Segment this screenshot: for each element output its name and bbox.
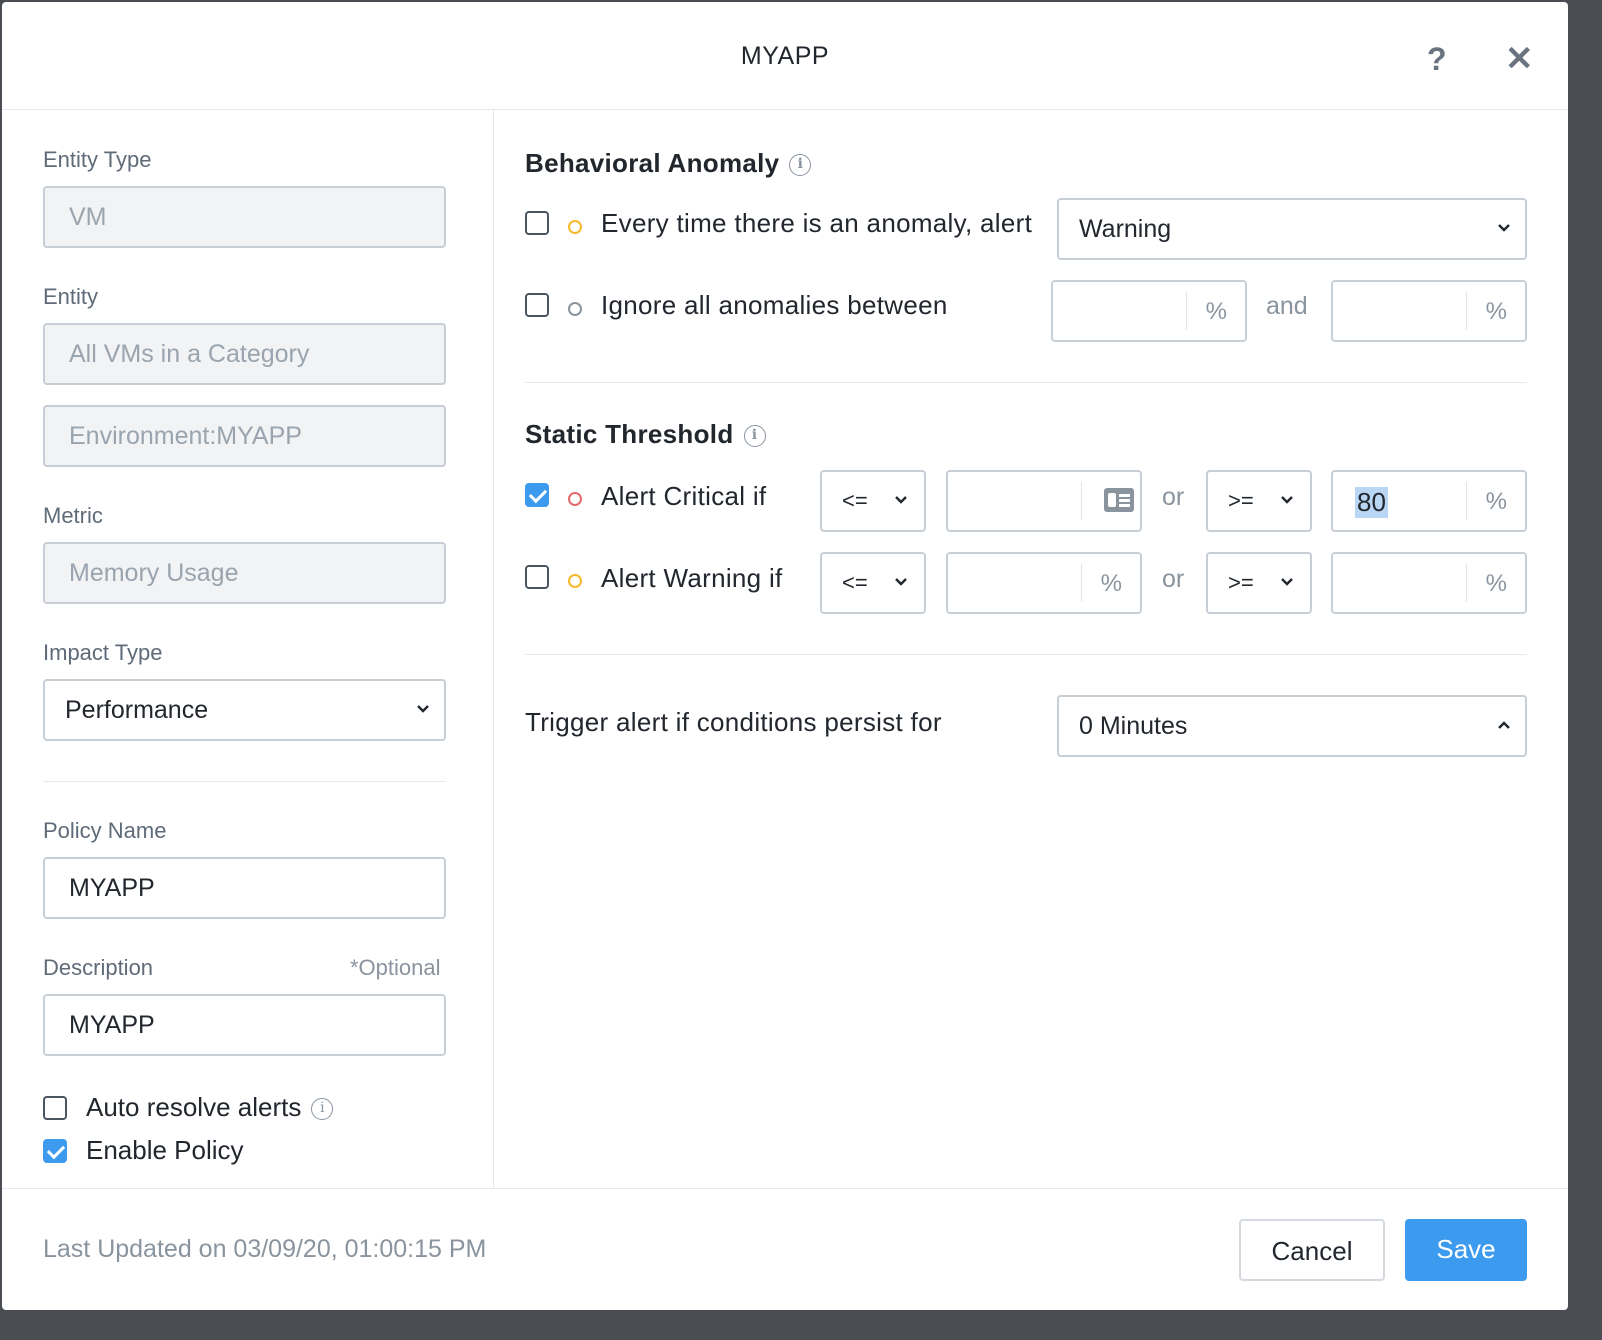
question-mark-icon[interactable]: ? xyxy=(1427,40,1447,78)
every-time-label: Every time there is an anomaly, alert xyxy=(601,208,1033,238)
critical-upper-input[interactable]: 80 % xyxy=(1331,470,1527,532)
section-divider xyxy=(525,654,1527,655)
description-label: Description xyxy=(43,955,154,980)
close-icon[interactable]: ✕ xyxy=(1505,40,1534,78)
percent-unit: % xyxy=(1485,298,1507,325)
behavioral-anomaly-text: Behavioral Anomaly xyxy=(525,148,780,178)
auto-resolve-checkbox[interactable] xyxy=(43,1096,67,1120)
operator-value: >= xyxy=(1228,570,1254,595)
critical-upper-value: 80 xyxy=(1355,487,1388,518)
percent-unit: % xyxy=(1205,298,1227,325)
trigger-duration-select[interactable]: 0 Minutes xyxy=(1057,695,1527,757)
info-icon[interactable]: i xyxy=(743,425,766,448)
input-separator xyxy=(1466,482,1467,520)
ignore-anomalies-label: Ignore all anomalies between xyxy=(601,290,948,320)
entity-type-label: Entity Type xyxy=(43,147,152,172)
policy-name-input[interactable]: MYAPP xyxy=(43,857,446,919)
chevron-down-icon xyxy=(1497,200,1511,258)
right-panel: Behavioral Anomaly i Every time there is … xyxy=(494,110,1568,1188)
auto-resolve-text: Auto resolve alerts xyxy=(86,1092,302,1122)
description-optional: *Optional xyxy=(350,955,441,980)
warning-upper-input[interactable]: % xyxy=(1331,552,1527,614)
last-updated-text: Last Updated on 03/09/20, 01:00:15 PM xyxy=(43,1235,487,1263)
behavioral-anomaly-title: Behavioral Anomaly i xyxy=(525,148,812,179)
alert-policy-modal: MYAPP ? ✕ Entity Type VM Entity All VMs … xyxy=(2,2,1568,1310)
trigger-duration-value: 0 Minutes xyxy=(1079,712,1188,740)
entity-label: Entity xyxy=(43,284,99,309)
impact-type-select[interactable]: Performance xyxy=(43,679,446,741)
alert-critical-checkbox[interactable] xyxy=(525,483,549,507)
or-label: or xyxy=(1162,483,1185,511)
or-label: or xyxy=(1162,565,1185,593)
warning-upper-operator-select[interactable]: >= xyxy=(1206,552,1312,614)
operator-value: <= xyxy=(842,570,868,595)
operator-value: <= xyxy=(842,488,868,513)
autofill-card-icon[interactable] xyxy=(1104,488,1134,512)
chevron-down-icon xyxy=(894,472,908,530)
input-separator xyxy=(1466,292,1467,330)
warning-status-dot xyxy=(568,220,582,234)
static-threshold-title: Static Threshold i xyxy=(525,419,766,450)
operator-value: >= xyxy=(1228,488,1254,513)
modal-title: MYAPP xyxy=(740,42,830,70)
trigger-label: Trigger alert if conditions persist for xyxy=(525,707,942,737)
enable-policy-checkbox[interactable] xyxy=(43,1139,67,1163)
critical-status-dot xyxy=(568,492,582,506)
left-divider xyxy=(43,781,446,782)
info-icon[interactable]: i xyxy=(789,154,812,177)
ignore-upper-input[interactable]: % xyxy=(1331,280,1527,342)
chevron-down-icon xyxy=(1280,554,1294,612)
info-icon[interactable]: i xyxy=(311,1098,334,1121)
chevron-up-icon xyxy=(1497,697,1511,755)
critical-upper-operator-select[interactable]: >= xyxy=(1206,470,1312,532)
every-time-severity-select[interactable]: Warning xyxy=(1057,198,1527,260)
status-dot xyxy=(568,302,582,316)
entity-type-field: VM xyxy=(43,186,446,248)
modal-footer: Last Updated on 03/09/20, 01:00:15 PM Ca… xyxy=(2,1188,1568,1310)
static-threshold-text: Static Threshold xyxy=(525,419,734,449)
percent-unit: % xyxy=(1485,488,1507,515)
percent-unit: % xyxy=(1485,570,1507,597)
impact-type-value: Performance xyxy=(65,696,209,724)
left-panel: Entity Type VM Entity All VMs in a Categ… xyxy=(2,110,494,1188)
policy-name-label: Policy Name xyxy=(43,818,167,843)
save-button[interactable]: Save xyxy=(1405,1219,1527,1281)
metric-label: Metric xyxy=(43,503,103,528)
and-label: and xyxy=(1266,292,1308,320)
chevron-down-icon xyxy=(416,681,430,739)
critical-lower-operator-select[interactable]: <= xyxy=(820,470,926,532)
cancel-button[interactable]: Cancel xyxy=(1239,1219,1385,1281)
input-separator xyxy=(1466,564,1467,602)
ignore-lower-input[interactable]: % xyxy=(1051,280,1247,342)
warning-status-dot xyxy=(568,574,582,588)
input-separator xyxy=(1186,292,1187,330)
alert-warning-label: Alert Warning if xyxy=(601,563,783,593)
impact-type-label: Impact Type xyxy=(43,640,163,665)
entity-field: All VMs in a Category xyxy=(43,323,446,385)
input-separator xyxy=(1081,564,1082,602)
section-divider xyxy=(525,382,1527,383)
metric-field: Memory Usage xyxy=(43,542,446,604)
auto-resolve-label: Auto resolve alerts i xyxy=(86,1092,334,1123)
chevron-down-icon xyxy=(1280,472,1294,530)
critical-lower-input[interactable] xyxy=(946,470,1142,532)
chevron-down-icon xyxy=(894,554,908,612)
enable-policy-label: Enable Policy xyxy=(86,1135,244,1165)
percent-unit: % xyxy=(1100,570,1122,597)
ignore-anomalies-checkbox[interactable] xyxy=(525,293,549,317)
every-time-severity-value: Warning xyxy=(1079,215,1172,243)
description-input[interactable]: MYAPP xyxy=(43,994,446,1056)
modal-header: MYAPP ? ✕ xyxy=(2,2,1568,110)
alert-warning-checkbox[interactable] xyxy=(525,565,549,589)
every-time-checkbox[interactable] xyxy=(525,211,549,235)
alert-critical-label: Alert Critical if xyxy=(601,481,767,511)
warning-lower-input[interactable]: % xyxy=(946,552,1142,614)
category-field: Environment:MYAPP xyxy=(43,405,446,467)
warning-lower-operator-select[interactable]: <= xyxy=(820,552,926,614)
input-separator xyxy=(1081,482,1082,520)
